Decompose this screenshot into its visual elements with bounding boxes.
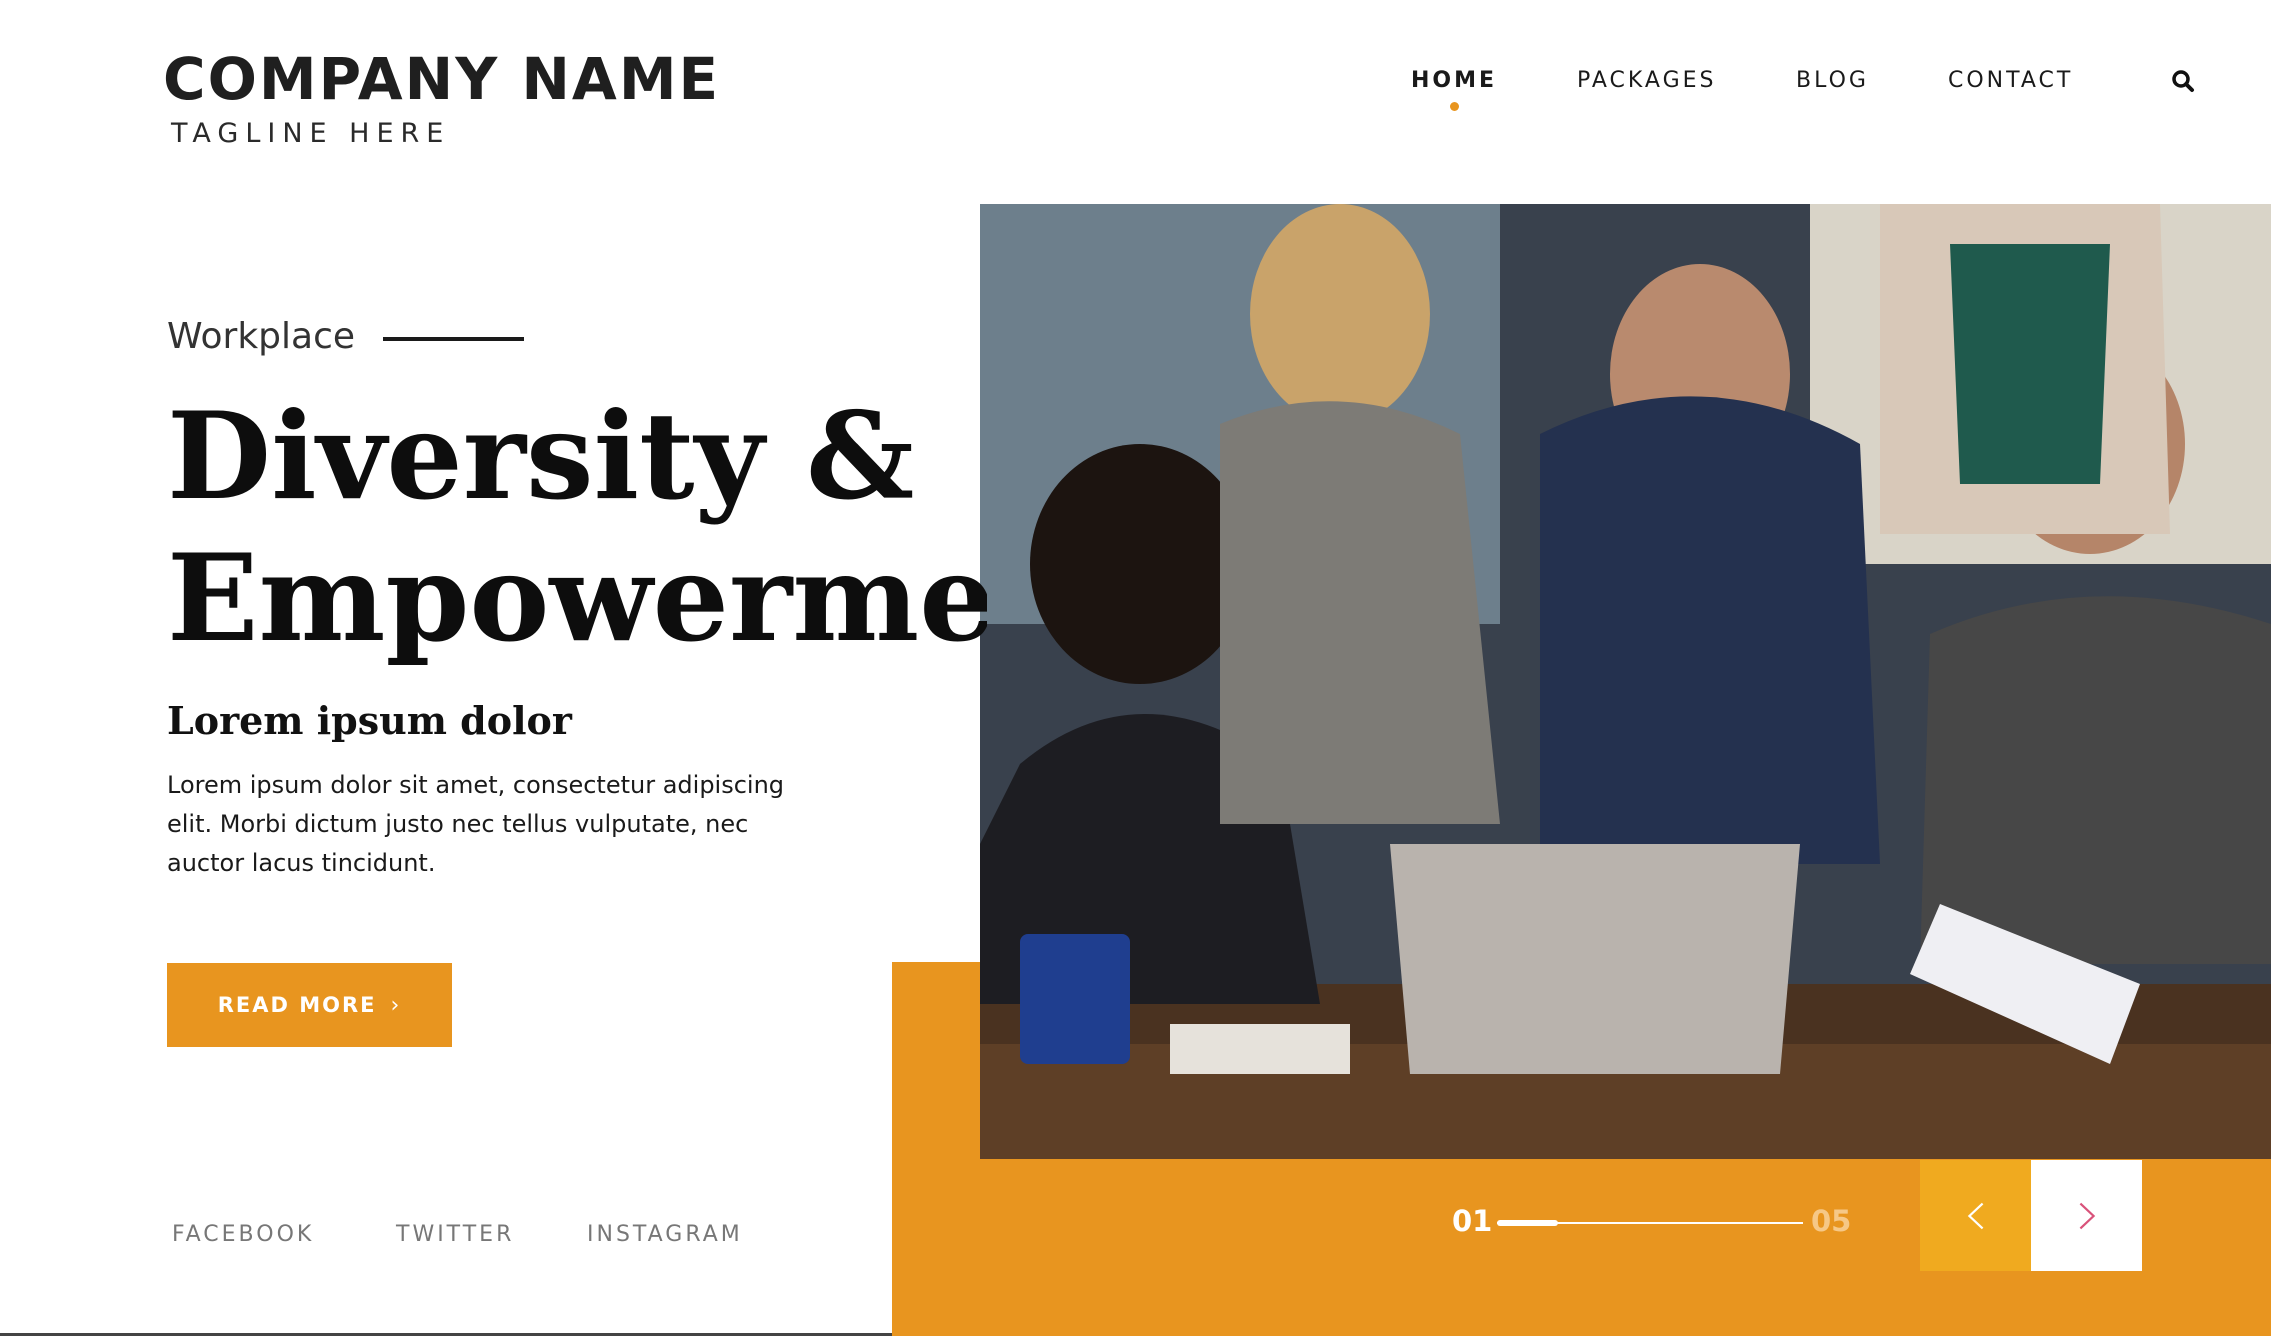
nav-item-label: HOME	[1411, 68, 1498, 93]
next-slide-button[interactable]	[2031, 1160, 2142, 1271]
read-more-button[interactable]: READ MORE ›	[167, 963, 452, 1047]
nav-item-contact[interactable]: CONTACT	[1948, 68, 2073, 93]
nav-item-home[interactable]: HOME	[1411, 68, 1498, 111]
hero-subheading: Lorem ipsum dolor	[167, 698, 572, 743]
chevron-right-icon	[2079, 1202, 2095, 1229]
nav-item-label: BLOG	[1796, 68, 1869, 93]
headline-line-1: Diversity &	[167, 386, 915, 527]
nav-item-packages[interactable]: PACKAGES	[1577, 68, 1717, 93]
headline-line-2: Empowermen	[167, 528, 987, 669]
hero-body-text: Lorem ipsum dolor sit amet, consectetur …	[167, 771, 785, 877]
read-more-label: READ MORE	[217, 993, 377, 1017]
nav-item-blog[interactable]: BLOG	[1796, 68, 1869, 93]
social-link-facebook[interactable]: FACEBOOK	[172, 1222, 314, 1247]
slide-progress-track	[1497, 1220, 1803, 1226]
eyebrow-divider	[383, 336, 525, 341]
social-link-instagram[interactable]: INSTAGRAM	[587, 1222, 743, 1247]
eyebrow-label: Workplace	[167, 316, 356, 357]
chevron-right-icon: ›	[390, 992, 402, 1018]
nav-item-label: PACKAGES	[1577, 68, 1717, 93]
prev-slide-button[interactable]	[1920, 1160, 2031, 1271]
social-link-twitter[interactable]: TWITTER	[396, 1222, 514, 1247]
accent-panel-left	[892, 962, 982, 1162]
slide-current-number: 01	[1452, 1204, 1493, 1238]
company-tagline: TAGLINE HERE	[171, 118, 451, 149]
chevron-left-icon	[1967, 1202, 1983, 1229]
hero-image	[980, 204, 2271, 1159]
search-icon[interactable]	[2170, 68, 2196, 94]
meeting-photo	[980, 204, 2271, 1159]
nav-item-label: CONTACT	[1948, 68, 2074, 93]
hero-headline: Diversity & Empowermen	[167, 386, 987, 670]
slide-total-number: 05	[1811, 1204, 1852, 1238]
active-indicator-dot	[1450, 102, 1460, 111]
main-nav: HOME PACKAGES BLOG CONTACT	[0, 68, 2271, 111]
eyebrow-row: Workplace	[167, 316, 525, 357]
slide-progress-fill	[1497, 1220, 1559, 1226]
